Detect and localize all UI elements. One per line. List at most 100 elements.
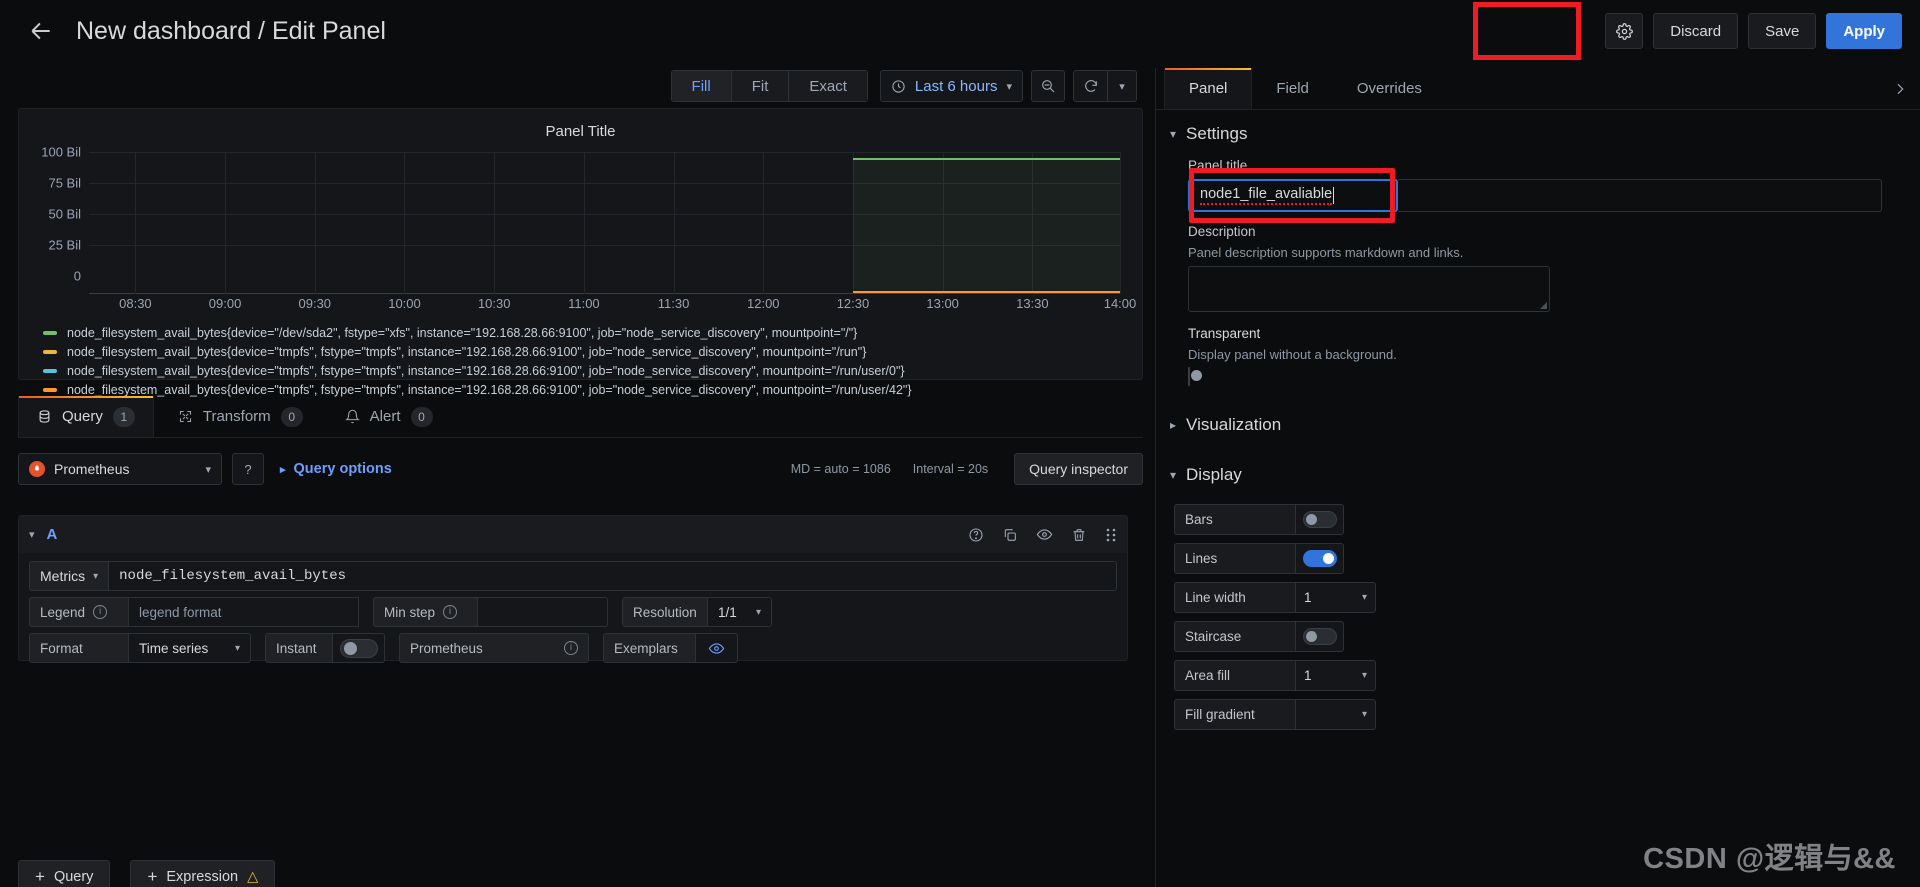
chevron-right-icon[interactable] — [1880, 68, 1920, 109]
x-tick-label: 09:30 — [298, 296, 332, 311]
top-bar: New dashboard / Edit Panel Discard Save … — [0, 0, 1920, 62]
refresh-interval-chevron-icon[interactable]: ▾ — [1107, 70, 1137, 102]
tab-panel[interactable]: Panel — [1164, 68, 1253, 109]
line-width-select[interactable]: 1 ▾ — [1296, 582, 1376, 613]
info-icon[interactable]: i — [93, 605, 108, 619]
promql-expression-input[interactable]: node_filesystem_avail_bytes — [109, 561, 1117, 591]
panel-title-input[interactable]: node1_file_avaliable — [1188, 179, 1398, 212]
legend-color-swatch — [43, 369, 57, 373]
tab-alert-count: 0 — [410, 406, 433, 427]
prometheus-options-label: Prometheus i — [399, 633, 589, 663]
panel-size-segment-group: Fill Fit Exact — [670, 70, 868, 102]
bars-toggle[interactable] — [1302, 511, 1337, 528]
plus-icon: + — [35, 867, 45, 886]
options-pane-tabs: Panel Field Overrides — [1156, 68, 1920, 110]
save-button[interactable]: Save — [1748, 13, 1817, 49]
metrics-label: Metrics — [40, 568, 86, 584]
format-select[interactable]: Time series ▾ — [129, 633, 251, 663]
tab-overrides[interactable]: Overrides — [1333, 68, 1446, 109]
info-icon[interactable]: i — [443, 605, 458, 619]
y-tick-label: 50 Bil — [48, 206, 81, 222]
visualization-heading: Visualization — [1186, 415, 1282, 434]
back-arrow-icon[interactable] — [24, 14, 58, 48]
display-row-lines: Lines — [1174, 543, 1920, 574]
plot-canvas[interactable]: 100 Bil 75 Bil 50 Bil 25 Bil 0 — [41, 145, 1121, 294]
chevron-right-icon: ▸ — [280, 463, 286, 476]
legend-label: node_filesystem_avail_bytes{device="tmpf… — [67, 364, 905, 378]
panel-title-input-extension[interactable] — [1398, 179, 1882, 212]
datasource-picker[interactable]: Prometheus ▾ — [18, 453, 222, 485]
query-options-toggle[interactable]: ▸ Query options — [280, 461, 392, 477]
help-circle-icon[interactable] — [968, 527, 984, 543]
x-tick-label: 11:00 — [568, 296, 600, 311]
description-textarea[interactable] — [1188, 266, 1550, 312]
staircase-toggle[interactable] — [1302, 628, 1337, 645]
eye-icon[interactable] — [1036, 526, 1053, 543]
discard-button[interactable]: Discard — [1653, 13, 1739, 49]
copy-icon[interactable] — [1002, 527, 1018, 543]
tab-alert[interactable]: Alert 0 — [327, 396, 451, 437]
exemplars-toggle-cell — [696, 633, 738, 663]
time-range-picker[interactable]: Last 6 hours ▾ — [879, 70, 1023, 102]
transparent-toggle[interactable] — [1188, 367, 1190, 386]
info-icon[interactable]: i — [564, 641, 578, 655]
query-collapse-chevron-icon[interactable]: ▾ — [29, 528, 35, 541]
display-row-bars: Bars — [1174, 504, 1920, 535]
plot-area: 100 Bil 75 Bil 50 Bil 25 Bil 0 08:30 09:… — [19, 144, 1142, 314]
display-row-fill-gradient: Fill gradient ▾ — [1174, 699, 1920, 730]
warning-icon: △ — [247, 869, 259, 885]
legend-label: node_filesystem_avail_bytes{device="tmpf… — [67, 345, 867, 359]
eye-icon[interactable] — [708, 640, 725, 657]
database-icon — [37, 409, 52, 424]
legend-field-label: Legend i — [29, 597, 129, 627]
size-fill-button[interactable]: Fill — [670, 70, 731, 102]
y-tick-label: 0 — [73, 268, 81, 284]
legend-item[interactable]: node_filesystem_avail_bytes{device="tmpf… — [43, 343, 1142, 361]
x-tick-label: 10:30 — [477, 296, 511, 311]
legend-format-input[interactable]: legend format — [129, 597, 359, 627]
query-editor-body: Metrics ▾ node_filesystem_avail_bytes Le… — [18, 553, 1128, 663]
tab-query-label: Query — [62, 408, 103, 425]
legend-item[interactable]: node_filesystem_avail_bytes{device="/dev… — [43, 324, 1142, 342]
refresh-icon[interactable] — [1073, 70, 1107, 102]
x-axis-ticks: 08:30 09:00 09:30 10:00 10:30 11:00 11:3… — [89, 296, 1136, 314]
tab-query-count: 1 — [112, 406, 135, 427]
datasource-help-icon[interactable]: ? — [232, 453, 264, 485]
transparent-help-text: Display panel without a background. — [1188, 347, 1397, 362]
size-fit-button[interactable]: Fit — [730, 70, 789, 102]
resolution-select[interactable]: 1/1 ▾ — [708, 597, 772, 627]
gear-icon[interactable] — [1605, 13, 1644, 49]
tab-transform[interactable]: Transform 0 — [160, 396, 321, 437]
line-width-label: Line width — [1174, 582, 1296, 613]
query-inspector-button[interactable]: Query inspector — [1014, 453, 1143, 485]
description-label: Description — [1188, 224, 1256, 239]
transform-icon — [178, 409, 193, 424]
tab-query[interactable]: Query 1 — [18, 396, 154, 437]
clock-icon — [891, 79, 906, 94]
min-step-input[interactable] — [478, 597, 608, 627]
instant-toggle-cell — [333, 633, 385, 663]
add-expression-button[interactable]: + Expression △ — [130, 860, 276, 887]
size-exact-button[interactable]: Exact — [788, 70, 868, 102]
zoom-out-icon[interactable] — [1031, 70, 1065, 102]
fill-gradient-select[interactable]: ▾ — [1296, 699, 1376, 730]
chevron-down-icon: ▾ — [1361, 670, 1367, 681]
instant-toggle[interactable] — [339, 638, 378, 658]
add-query-button[interactable]: + Query — [18, 860, 111, 887]
query-row-header: ▾ A — [18, 515, 1128, 553]
tab-field[interactable]: Field — [1252, 68, 1333, 109]
lines-toggle[interactable] — [1302, 550, 1337, 567]
settings-section-header[interactable]: ▾ Settings — [1170, 124, 1898, 144]
trash-icon[interactable] — [1071, 527, 1087, 543]
metrics-browser-button[interactable]: Metrics ▾ — [29, 561, 110, 591]
chevron-down-icon: ▾ — [93, 570, 99, 582]
drag-handle-icon[interactable] — [1105, 527, 1117, 543]
visualization-section-header[interactable]: ▸ Visualization — [1156, 404, 1920, 446]
metrics-row: Metrics ▾ node_filesystem_avail_bytes — [29, 561, 1117, 591]
query-ref-id[interactable]: A — [47, 526, 58, 543]
area-fill-select[interactable]: 1 ▾ — [1296, 660, 1376, 691]
area-fill-label: Area fill — [1174, 660, 1296, 691]
display-section-header[interactable]: ▾ Display — [1156, 454, 1920, 496]
apply-button[interactable]: Apply — [1826, 13, 1902, 49]
legend-item[interactable]: node_filesystem_avail_bytes{device="tmpf… — [43, 362, 1142, 380]
